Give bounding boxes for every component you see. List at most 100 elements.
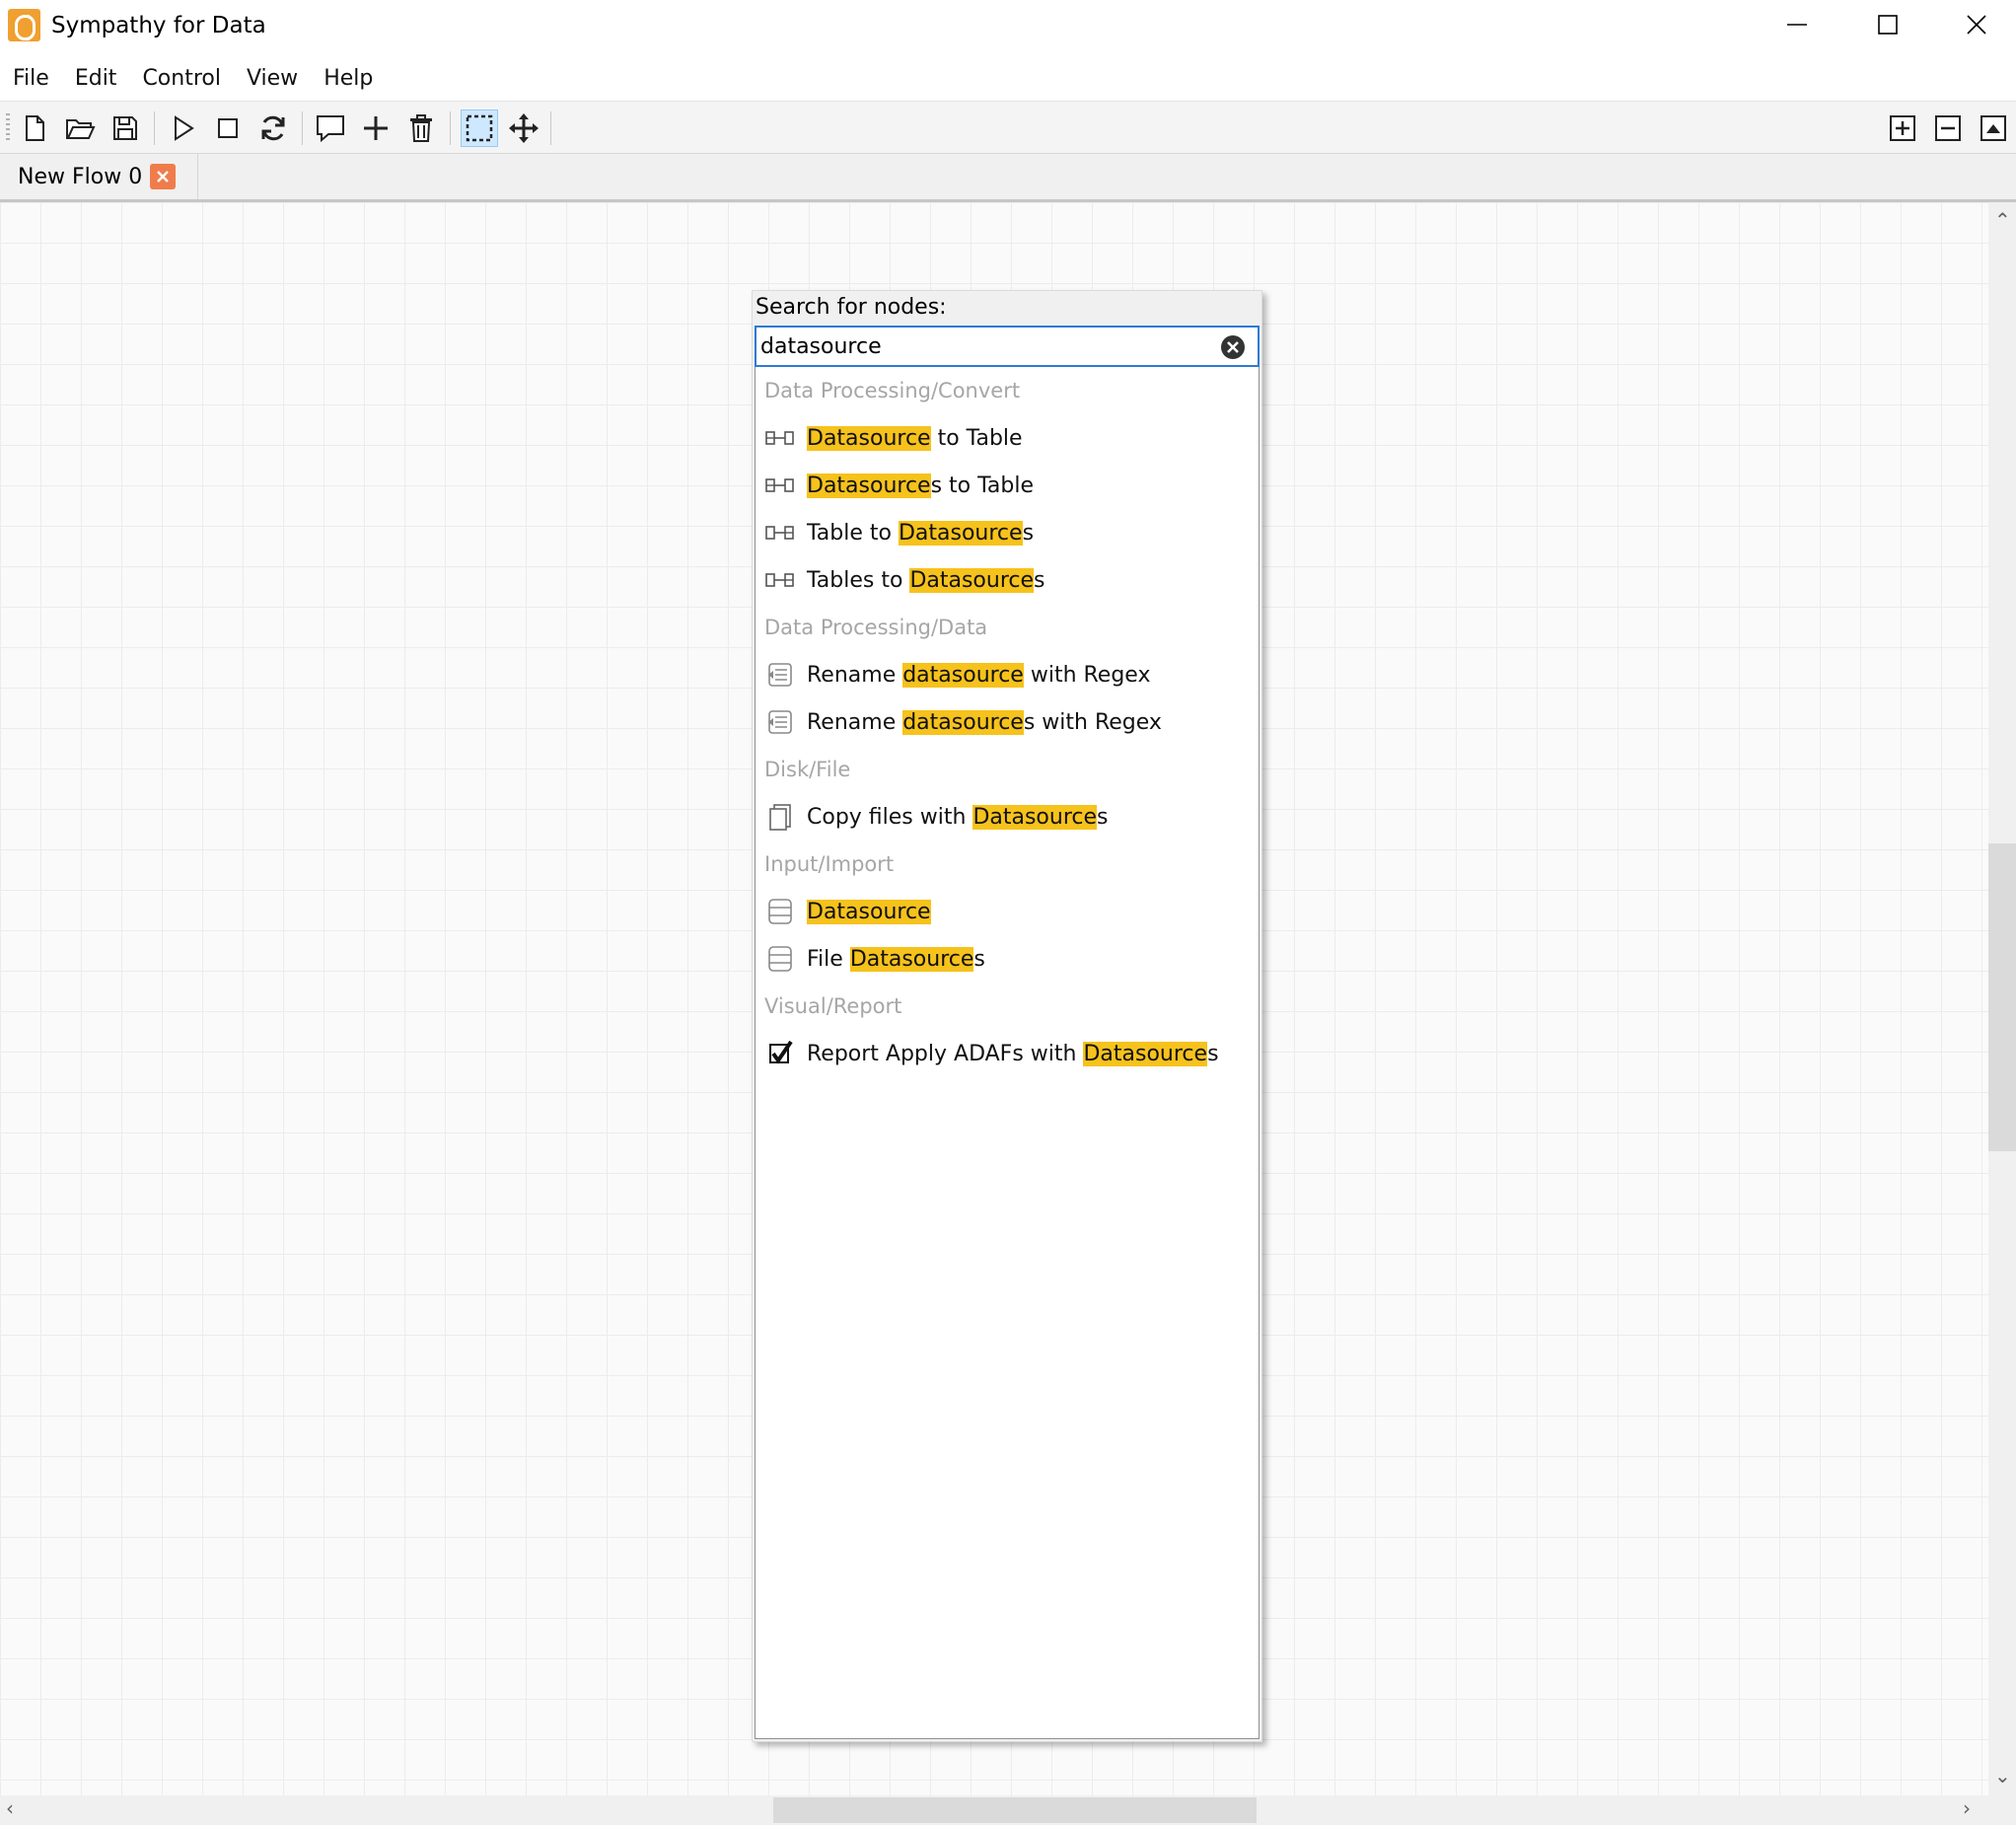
tab-new-flow-0[interactable]: New Flow 0 <box>0 154 198 199</box>
match-highlight: datasource <box>902 709 1024 735</box>
minimize-icon <box>1787 24 1807 26</box>
execute-button[interactable] <box>164 110 201 147</box>
scroll-right-icon[interactable]: › <box>1963 1798 1971 1818</box>
convert-reverse-icon <box>763 563 797 597</box>
search-field[interactable] <box>755 326 1260 367</box>
minimize-button[interactable] <box>1752 0 1842 49</box>
tab-close-button[interactable] <box>150 164 177 189</box>
save-icon <box>113 116 137 140</box>
save-button[interactable] <box>107 110 144 147</box>
search-input[interactable] <box>760 331 1194 361</box>
close-icon <box>157 171 170 182</box>
menu-file[interactable]: File <box>0 59 62 99</box>
delete-button[interactable] <box>402 110 440 147</box>
scroll-left-icon[interactable]: ‹ <box>6 1798 14 1818</box>
result-item-label: Datasources to Table <box>807 473 1034 498</box>
menu-edit[interactable]: Edit <box>62 59 130 99</box>
result-category: Input/Import <box>756 840 1259 888</box>
label-text: s with Regex <box>1023 709 1162 735</box>
result-item-label: Datasource to Table <box>807 425 1023 451</box>
result-category: Disk/File <box>756 746 1259 793</box>
match-highlight: Datasource <box>807 425 931 451</box>
label-text: s <box>1207 1041 1219 1066</box>
stop-icon <box>218 118 238 138</box>
add-comment-button[interactable] <box>312 110 349 147</box>
result-item[interactable]: Rename datasources with Regex <box>756 698 1259 746</box>
result-item-label: Tables to Datasources <box>807 567 1045 593</box>
horizontal-scroll-thumb[interactable] <box>773 1797 1257 1823</box>
match-highlight: Datasource <box>898 520 1023 546</box>
result-item[interactable]: File Datasources <box>756 935 1259 983</box>
zoom-out-icon <box>1935 115 1961 141</box>
maximize-icon <box>1878 15 1898 35</box>
stop-button[interactable] <box>209 110 247 147</box>
result-item-label: File Datasources <box>807 946 985 972</box>
toolbar <box>0 101 2016 154</box>
vertical-scrollbar[interactable]: ⌃ ⌄ <box>1988 202 2016 1795</box>
tab-label: New Flow 0 <box>18 164 143 189</box>
database-icon <box>763 942 797 976</box>
result-category: Data Processing/Convert <box>756 367 1259 414</box>
zoom-out-button[interactable] <box>1929 110 1967 147</box>
convert-icon <box>763 421 797 455</box>
search-results-list[interactable]: Data Processing/Convert Datasource to Tab… <box>755 367 1260 1739</box>
vertical-scroll-thumb[interactable] <box>1988 843 2016 1151</box>
label-text: s <box>973 946 985 972</box>
label-text: Table to <box>807 520 899 546</box>
convert-icon <box>763 469 797 502</box>
open-button[interactable] <box>61 110 99 147</box>
label-text: Rename <box>807 662 903 688</box>
menu-control[interactable]: Control <box>129 59 234 99</box>
new-flow-button[interactable] <box>16 110 53 147</box>
category-label: Visual/Report <box>764 994 902 1018</box>
rename-icon <box>763 658 797 692</box>
rename-icon <box>763 705 797 739</box>
result-item[interactable]: Datasource <box>756 888 1259 935</box>
clear-search-icon[interactable] <box>1220 334 1246 360</box>
result-category: Visual/Report <box>756 983 1259 1030</box>
match-highlight: Datasource <box>909 567 1035 593</box>
label-text: s <box>1097 804 1109 830</box>
title-bar: Sympathy for Data <box>0 0 2016 51</box>
pan-button[interactable] <box>505 110 542 147</box>
app-logo-icon <box>8 9 40 41</box>
insert-node-button[interactable] <box>357 110 395 147</box>
toolbar-grip[interactable] <box>6 113 10 143</box>
result-category: Data Processing/Data <box>756 604 1259 651</box>
label-text: s <box>1022 520 1035 546</box>
node-search-popup: Search for nodes: Data Processing/Conver… <box>752 290 1262 1742</box>
maximize-button[interactable] <box>1842 0 1933 49</box>
tab-bar: New Flow 0 <box>0 154 2016 202</box>
result-item[interactable]: Report Apply ADAFs with Datasources <box>756 1030 1259 1077</box>
result-item[interactable]: Rename datasource with Regex <box>756 651 1259 698</box>
zoom-in-icon <box>1890 115 1915 141</box>
menu-view[interactable]: View <box>234 59 311 99</box>
reload-button[interactable] <box>254 110 292 147</box>
match-highlight: Datasource <box>849 946 974 972</box>
result-item[interactable]: Copy files with Datasources <box>756 793 1259 840</box>
insert-node-icon <box>364 116 388 140</box>
window-title: Sympathy for Data <box>51 13 266 38</box>
result-item[interactable]: Datasource to Table <box>756 414 1259 462</box>
result-item[interactable]: Tables to Datasources <box>756 556 1259 604</box>
zoom-fit-icon <box>1980 115 2006 141</box>
menu-help[interactable]: Help <box>311 59 386 99</box>
close-icon <box>1967 15 1986 35</box>
rubberband-select-button[interactable] <box>461 110 498 147</box>
horizontal-scrollbar[interactable]: ‹ › <box>0 1795 1988 1825</box>
zoom-fit-button[interactable] <box>1975 110 2012 147</box>
menu-bar: File Edit Control View Help <box>0 59 386 99</box>
result-item[interactable]: Table to Datasources <box>756 509 1259 556</box>
result-item-label: Copy files with Datasources <box>807 804 1109 830</box>
select-rect-icon <box>466 114 493 142</box>
scroll-up-icon[interactable]: ⌃ <box>1994 210 2011 230</box>
close-window-button[interactable] <box>1931 0 2016 49</box>
label-text: s <box>1034 567 1045 593</box>
result-item[interactable]: Datasources to Table <box>756 462 1259 509</box>
search-label: Search for nodes: <box>756 295 947 320</box>
scroll-down-icon[interactable]: ⌄ <box>1994 1766 2011 1786</box>
move-icon <box>509 113 539 143</box>
zoom-in-button[interactable] <box>1884 110 1921 147</box>
category-label: Disk/File <box>764 758 851 781</box>
match-highlight: Datasource <box>807 899 931 924</box>
